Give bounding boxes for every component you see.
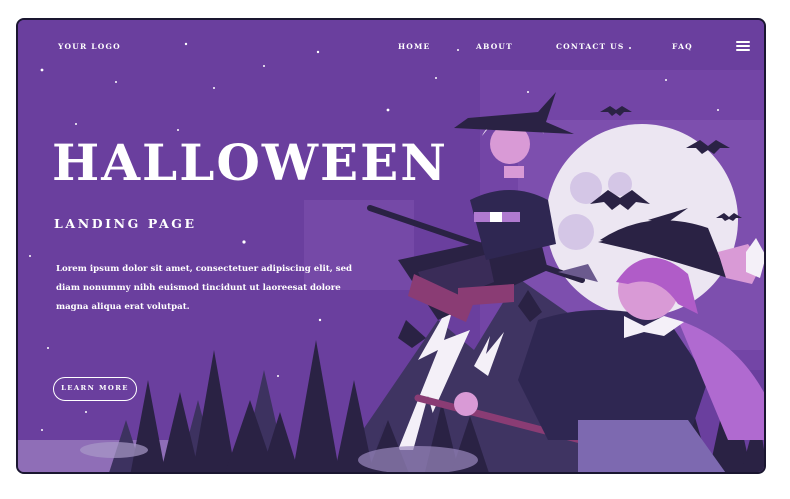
nav-link-about[interactable]: ABOUT [476,42,513,51]
hero-subtitle: LANDING PAGE [54,216,197,231]
halloween-illustration [18,20,764,472]
hero-title: HALLOWEEN [52,133,448,192]
learn-more-button[interactable]: LEARN MORE [53,377,137,401]
nav-link-home[interactable]: HOME [398,42,430,51]
nav-link-contact[interactable]: CONTACT US [556,42,624,51]
landing-page-frame: YOUR LOGO HOME ABOUT CONTACT US FAQ HALL… [16,18,766,474]
nav-link-faq[interactable]: FAQ [672,42,693,51]
hamburger-menu-icon[interactable] [736,41,750,51]
logo[interactable]: YOUR LOGO [58,42,121,51]
top-nav: YOUR LOGO HOME ABOUT CONTACT US FAQ [18,41,764,58]
hero-body: Lorem ipsum dolor sit amet, consectetuer… [56,264,353,312]
